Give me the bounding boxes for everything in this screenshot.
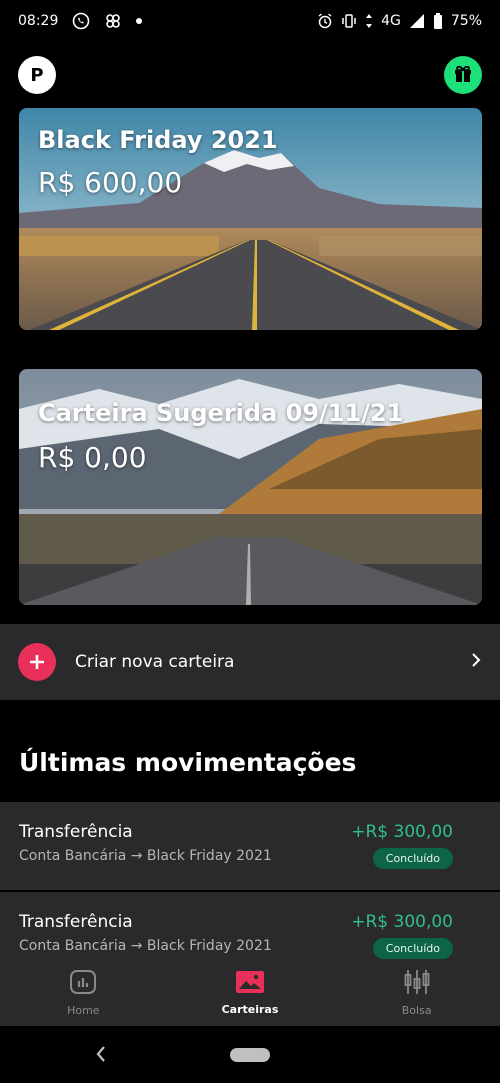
transaction-subtitle: Conta Bancária → Black Friday 2021 bbox=[19, 938, 272, 954]
create-wallet-button[interactable]: Criar nova carteira bbox=[0, 624, 500, 700]
create-wallet-label: Criar nova carteira bbox=[75, 652, 235, 672]
wallet-name: Black Friday 2021 bbox=[38, 126, 278, 154]
nav-home[interactable]: Home bbox=[0, 960, 167, 1026]
candlestick-icon bbox=[403, 969, 431, 998]
data-arrows-icon bbox=[365, 13, 373, 29]
wallet-balance: R$ 0,00 bbox=[38, 441, 147, 474]
nav-bolsa-label: Bolsa bbox=[401, 1004, 432, 1017]
wallet-name: Carteira Sugerida 09/11/21 bbox=[38, 399, 404, 427]
signal-icon bbox=[409, 13, 425, 29]
wallet-card[interactable]: Carteira Sugerida 09/11/21 R$ 0,00 bbox=[19, 369, 482, 605]
app-header: P bbox=[0, 56, 500, 94]
nav-bolsa[interactable]: Bolsa bbox=[333, 960, 500, 1026]
transaction-row[interactable]: Transferência Conta Bancária → Black Fri… bbox=[0, 802, 500, 890]
nav-carteiras-label: Carteiras bbox=[221, 1003, 279, 1016]
section-title: Últimas movimentações bbox=[19, 748, 357, 777]
status-time: 08:29 bbox=[18, 13, 59, 29]
pinwheel-icon bbox=[104, 12, 122, 30]
system-nav-bar bbox=[0, 1026, 500, 1083]
nav-home-label: Home bbox=[67, 1004, 100, 1017]
transaction-row[interactable]: Transferência Conta Bancária → Black Fri… bbox=[0, 892, 500, 960]
whatsapp-icon bbox=[72, 12, 90, 30]
transaction-subtitle: Conta Bancária → Black Friday 2021 bbox=[19, 848, 272, 864]
alarm-icon bbox=[317, 13, 333, 29]
transaction-title: Transferência bbox=[19, 912, 133, 932]
status-bar: 08:29 4G 75% bbox=[0, 0, 500, 42]
transaction-amount: +R$ 300,00 bbox=[351, 822, 453, 842]
vibrate-icon bbox=[341, 13, 357, 29]
avatar-initial: P bbox=[30, 64, 44, 86]
plus-icon bbox=[18, 643, 56, 681]
status-badge: Concluído bbox=[372, 938, 453, 959]
network-type: 4G bbox=[381, 13, 401, 29]
gift-button[interactable] bbox=[444, 56, 482, 94]
wallet-balance: R$ 600,00 bbox=[38, 166, 183, 199]
nav-carteiras[interactable]: Carteiras bbox=[167, 960, 334, 1026]
gift-icon bbox=[452, 62, 474, 88]
wallet-card[interactable]: Black Friday 2021 R$ 600,00 bbox=[19, 108, 482, 330]
profile-avatar[interactable]: P bbox=[18, 56, 56, 94]
transaction-amount: +R$ 300,00 bbox=[351, 912, 453, 932]
transaction-title: Transferência bbox=[19, 822, 133, 842]
back-icon[interactable] bbox=[95, 1045, 107, 1067]
bottom-nav: Home Carteiras Bolsa bbox=[0, 960, 500, 1026]
battery-icon bbox=[433, 13, 443, 29]
home-chart-icon bbox=[69, 969, 97, 998]
home-pill-icon[interactable] bbox=[230, 1048, 270, 1062]
notification-dot-icon bbox=[136, 18, 143, 24]
wallet-image-icon bbox=[235, 970, 265, 997]
battery-percent: 75% bbox=[450, 13, 482, 29]
chevron-right-icon bbox=[470, 652, 482, 672]
status-badge: Concluído bbox=[372, 848, 453, 869]
